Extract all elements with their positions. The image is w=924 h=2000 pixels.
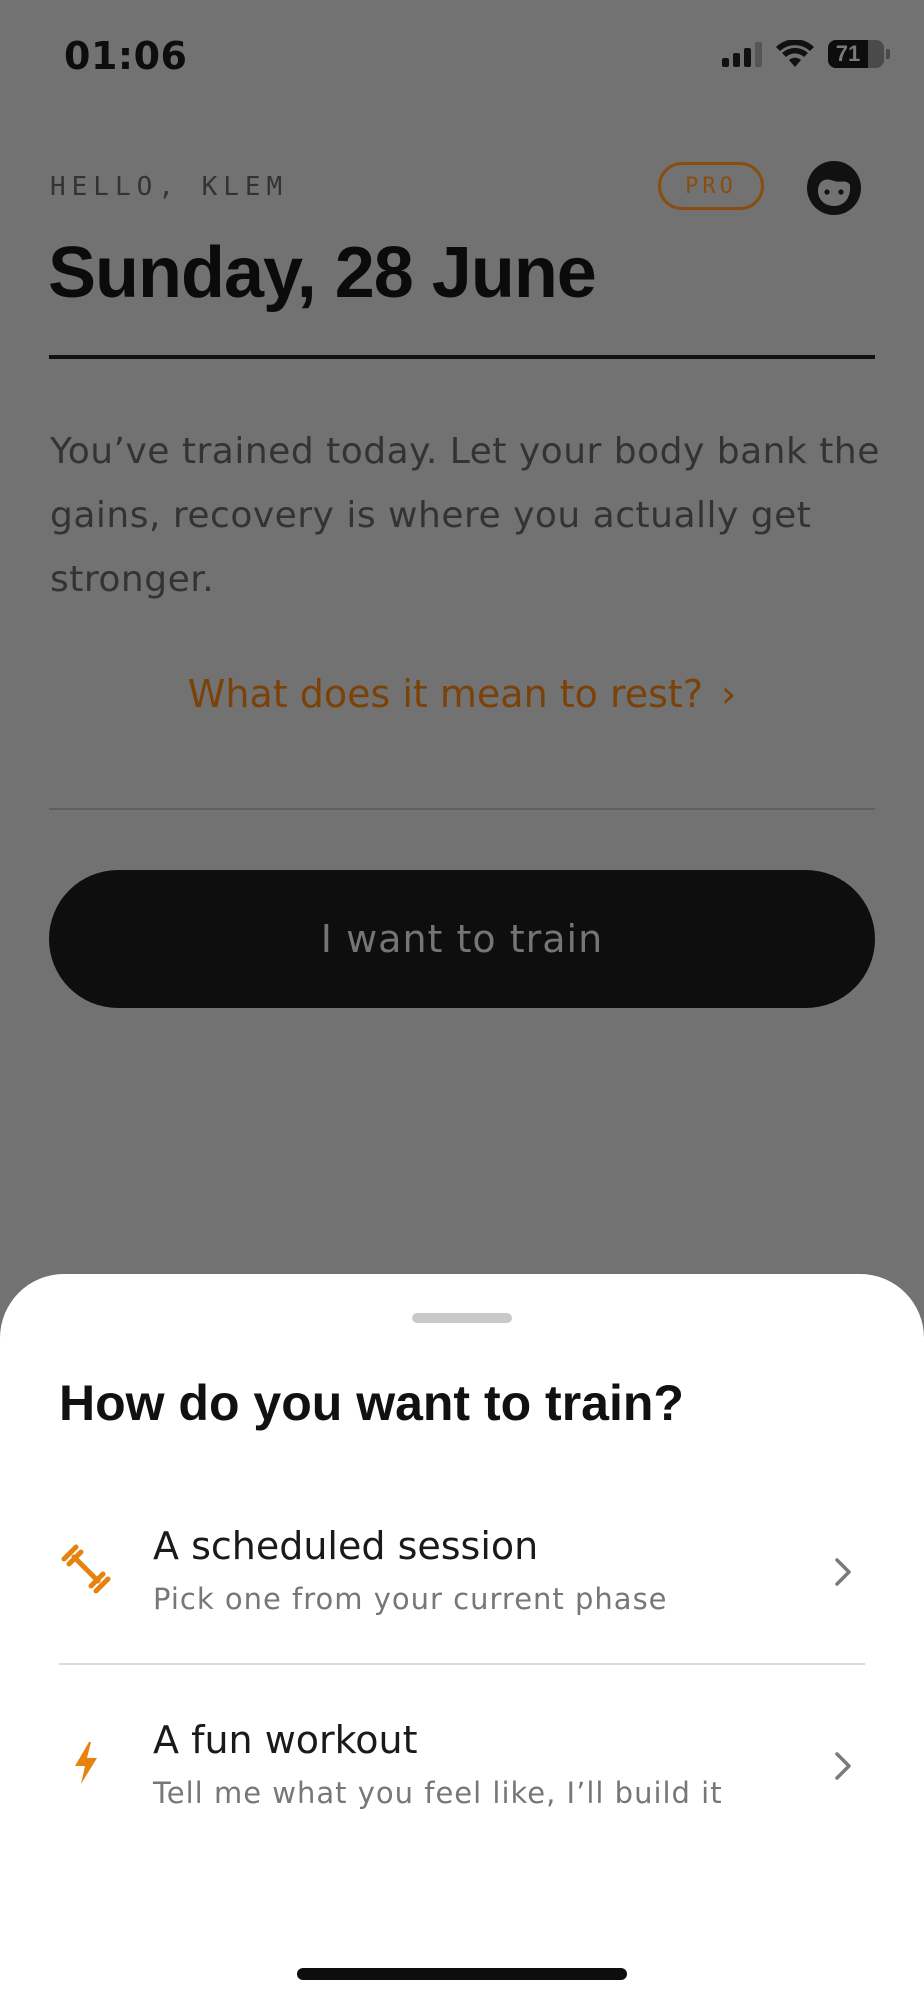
pro-badge[interactable]: PRO	[658, 162, 764, 210]
greeting: HELLO, KLEM	[50, 172, 289, 202]
status-icons: 71	[722, 40, 890, 68]
profile-avatar-icon[interactable]	[805, 159, 863, 217]
rest-info-link[interactable]: What does it mean to rest? ›	[0, 672, 924, 716]
dumbbell-icon	[61, 1544, 111, 1594]
battery-icon: 71	[828, 40, 890, 68]
status-time: 01:06	[64, 34, 188, 78]
option-scheduled-session[interactable]: A scheduled session Pick one from your c…	[59, 1502, 865, 1652]
home-screen: 01:06 71 HELLO, KLEM PRO Sunday, 28 June…	[0, 0, 924, 2000]
rest-info-link-label: What does it mean to rest?	[187, 672, 703, 716]
battery-level: 71	[835, 41, 861, 66]
option-subtitle: Pick one from your current phase	[153, 1582, 668, 1616]
sheet-title: How do you want to train?	[59, 1375, 684, 1431]
chevron-right-icon	[835, 1558, 851, 1586]
option-subtitle: Tell me what you feel like, I’ll build i…	[153, 1776, 723, 1810]
chevron-right-icon: ›	[721, 672, 737, 716]
wifi-icon	[776, 40, 814, 67]
chevron-right-icon	[835, 1752, 851, 1780]
train-button-label: I want to train	[320, 917, 604, 961]
section-divider	[49, 808, 875, 810]
option-title: A fun workout	[153, 1718, 418, 1762]
home-indicator[interactable]	[297, 1968, 627, 1980]
options-divider	[59, 1663, 865, 1665]
lightning-icon	[75, 1742, 97, 1784]
option-fun-workout[interactable]: A fun workout Tell me what you feel like…	[59, 1696, 865, 1846]
train-button[interactable]: I want to train	[49, 870, 875, 1008]
train-options-sheet: How do you want to train? A scheduled se…	[0, 1274, 924, 2000]
sheet-grabber[interactable]	[412, 1313, 512, 1323]
page-title: Sunday, 28 June	[48, 233, 597, 313]
signal-icon	[722, 41, 762, 67]
option-title: A scheduled session	[153, 1524, 539, 1568]
title-divider	[49, 355, 875, 359]
rest-message: You’ve trained today. Let your body bank…	[50, 431, 880, 600]
